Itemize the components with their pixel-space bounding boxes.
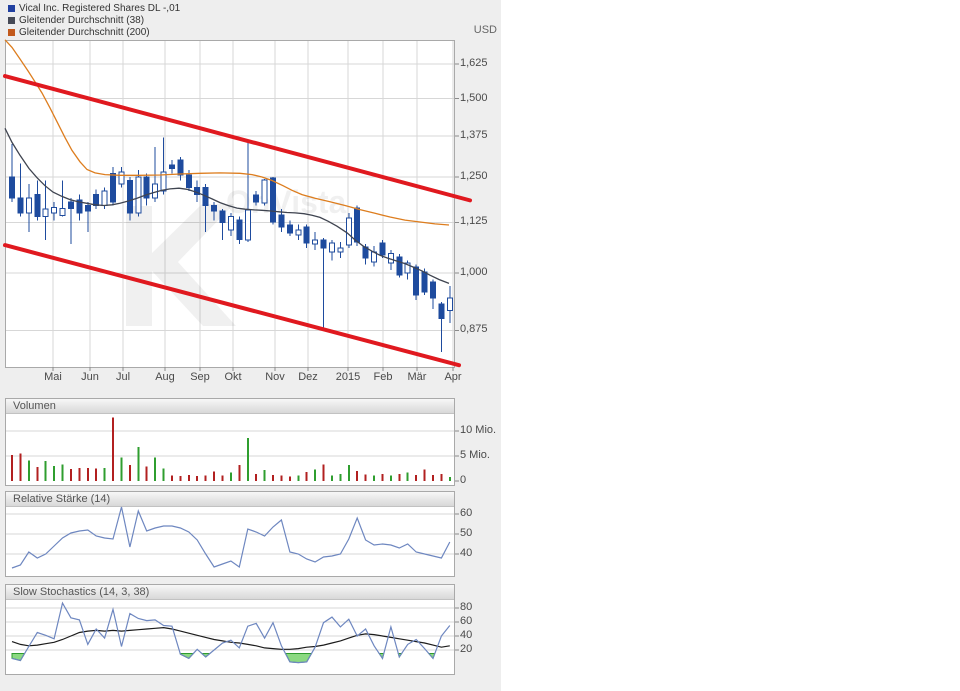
- rsi-panel-title: Relative Stärke (14): [6, 492, 454, 507]
- price-axis-label: 1,250: [460, 170, 488, 182]
- time-axis-label: Aug: [148, 371, 182, 383]
- ma200-swatch-icon: [8, 29, 15, 36]
- time-axis-label: Mai: [36, 371, 70, 383]
- rsi-plot: [6, 507, 454, 576]
- time-axis-label: Apr: [436, 371, 470, 383]
- time-axis-label: 2015: [331, 371, 365, 383]
- time-axis-label: Dez: [291, 371, 325, 383]
- time-axis-label: Okt: [216, 371, 250, 383]
- legend-item-price: Vical Inc. Registered Shares DL -,01: [8, 2, 180, 14]
- price-series-swatch-icon: [8, 5, 15, 12]
- volume-panel: Volumen: [5, 398, 455, 486]
- legend: Vical Inc. Registered Shares DL -,01 Gle…: [8, 2, 180, 38]
- price-axis-label: 1,375: [460, 129, 488, 141]
- price-plot: OnVista: [6, 41, 454, 367]
- price-axis-label: 1,625: [460, 57, 488, 69]
- volume-panel-title: Volumen: [6, 399, 454, 414]
- stochastics-axis-label: 60: [460, 615, 472, 627]
- price-axis-label: 1,500: [460, 92, 488, 104]
- stochastics-axis-label: 40: [460, 629, 472, 641]
- legend-item-ma38: Gleitender Durchschnitt (38): [8, 14, 180, 26]
- ma38-swatch-icon: [8, 17, 15, 24]
- volume-plot: [6, 414, 454, 485]
- stochastics-axis-label: 80: [460, 601, 472, 613]
- legend-item-ma200: Gleitender Durchschnitt (200): [8, 26, 180, 38]
- time-axis-label: Mär: [400, 371, 434, 383]
- time-axis-label: Jul: [106, 371, 140, 383]
- time-axis-label: Sep: [183, 371, 217, 383]
- time-axis-label: Nov: [258, 371, 292, 383]
- stochastics-panel-title: Slow Stochastics (14, 3, 38): [6, 585, 454, 600]
- legend-item-label: Vical Inc. Registered Shares DL -,01: [19, 3, 180, 14]
- stochastics-plot: [6, 600, 454, 674]
- time-axis-label: Jun: [73, 371, 107, 383]
- price-axis-label: 1,125: [460, 215, 488, 227]
- rsi-axis-label: 40: [460, 547, 472, 559]
- price-axis-label: 1,000: [460, 266, 488, 278]
- rsi-axis-label: 50: [460, 527, 472, 539]
- price-axis-label: 0,875: [460, 323, 488, 335]
- stochastics-panel: Slow Stochastics (14, 3, 38): [5, 584, 455, 675]
- time-axis-label: Feb: [366, 371, 400, 383]
- stochastics-axis-label: 20: [460, 643, 472, 655]
- currency-label: USD: [455, 24, 497, 36]
- chart-widget: Vical Inc. Registered Shares DL -,01 Gle…: [0, 0, 501, 691]
- volume-axis-label: 10 Mio.: [460, 424, 496, 436]
- legend-item-label: Gleitender Durchschnitt (38): [19, 15, 144, 26]
- rsi-panel: Relative Stärke (14): [5, 491, 455, 577]
- volume-axis-label: 5 Mio.: [460, 449, 490, 461]
- legend-item-label: Gleitender Durchschnitt (200): [19, 27, 150, 38]
- main-price-chart: OnVista: [5, 40, 455, 368]
- rsi-axis-label: 60: [460, 507, 472, 519]
- volume-axis-label: 0: [460, 474, 466, 486]
